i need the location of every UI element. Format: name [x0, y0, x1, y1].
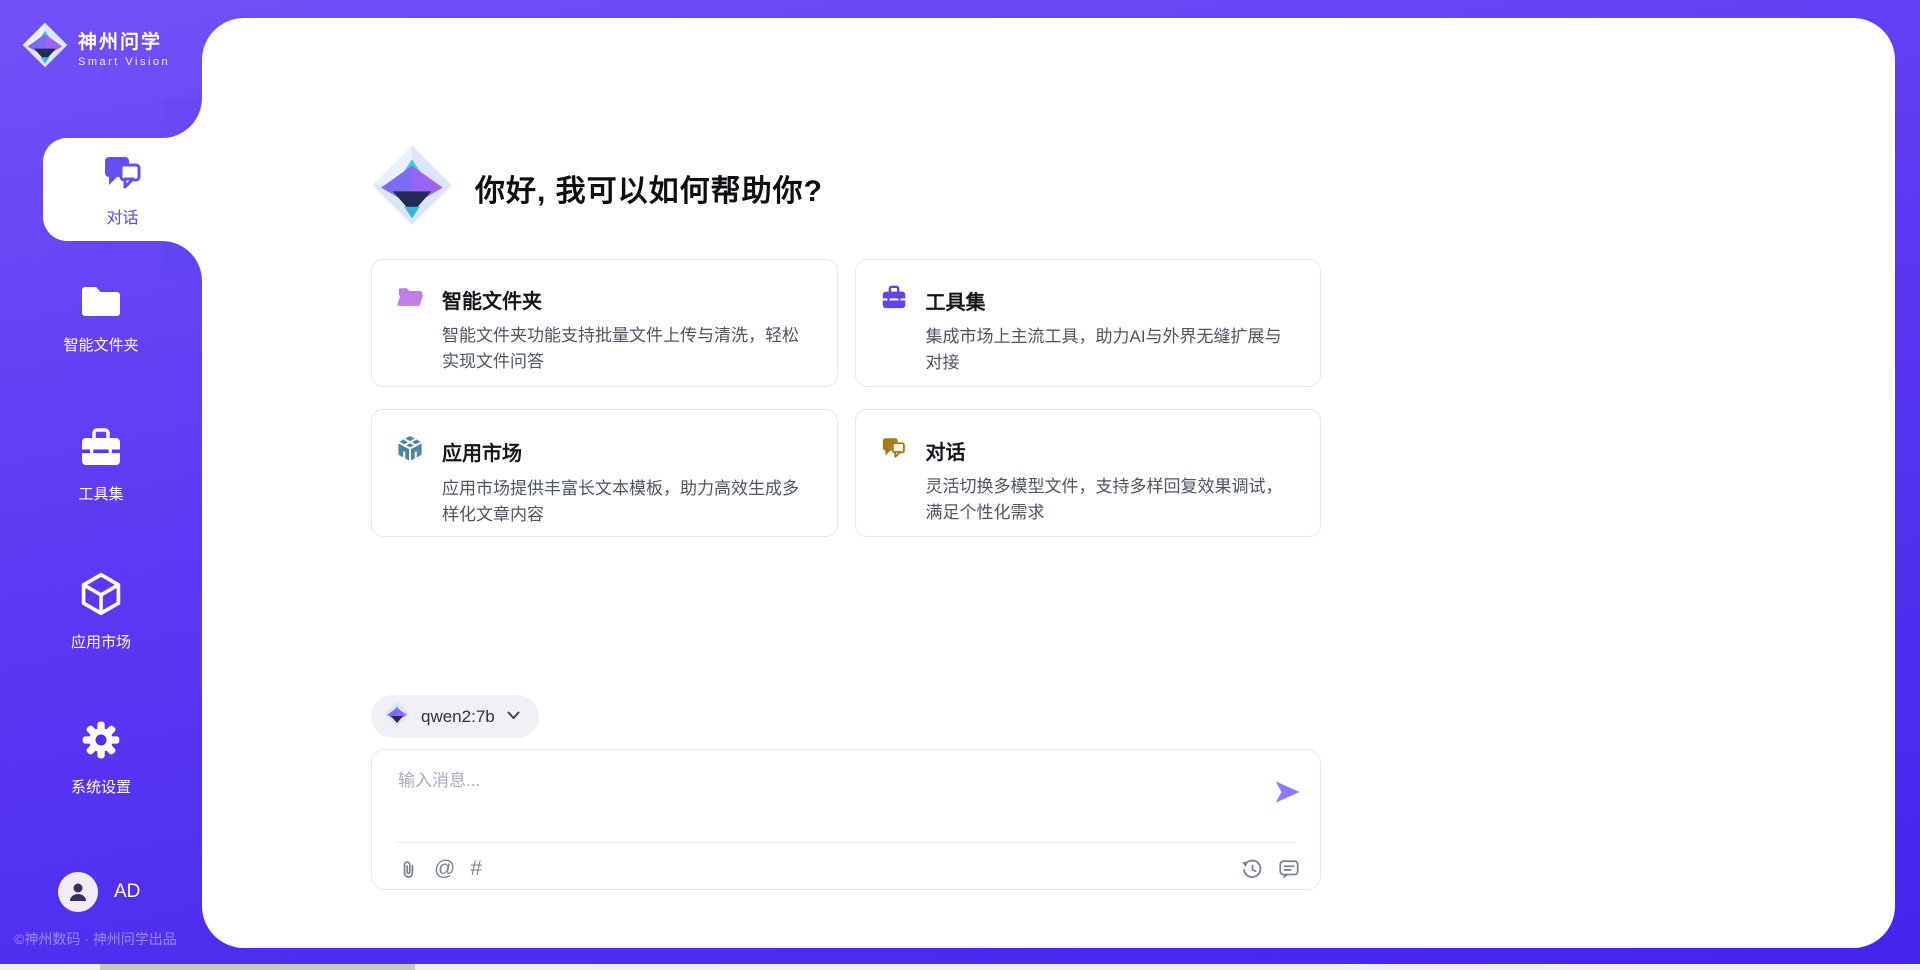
sidebar-item-label: 应用市场: [71, 631, 131, 652]
new-chat-button[interactable]: [1278, 858, 1300, 880]
brand-subtitle: Smart Vision: [78, 56, 170, 68]
user-menu[interactable]: AD: [58, 872, 140, 912]
composer-toolbar: @ #: [398, 851, 1300, 887]
brand-logo-gem-icon: [22, 22, 68, 73]
briefcase-icon: [881, 285, 907, 315]
sidebar: 神州问学 Smart Vision 对话 智能文件夹: [0, 0, 202, 970]
cube-icon: [79, 571, 123, 622]
card-title: 对话: [926, 436, 966, 465]
brand: 神州问学 Smart Vision: [22, 22, 170, 73]
mention-button[interactable]: @: [434, 857, 455, 881]
sidebar-item-label: 工具集: [78, 483, 123, 504]
card-title: 智能文件夹: [442, 285, 542, 314]
card-description: 灵活切换多模型文件，支持多样回复效果调试，满足个性化需求: [926, 474, 1293, 525]
card-description: 集成市场上主流工具，助力AI与外界无缝扩展与对接: [926, 324, 1293, 375]
card-app-market[interactable]: 应用市场 应用市场提供丰富长文本模板，助力高效生成多样化文章内容: [371, 409, 838, 537]
copyright-text: ©神州数码 · 神州问学出品: [14, 929, 177, 949]
scrollbar-thumb[interactable]: [100, 964, 415, 970]
horizontal-scrollbar: [0, 964, 1920, 970]
sidebar-item-toolset[interactable]: 工具集: [0, 415, 202, 515]
send-icon: [1272, 777, 1302, 807]
sidebar-item-label: 对话: [106, 204, 138, 228]
briefcase-icon: [79, 427, 123, 474]
card-title: 应用市场: [442, 437, 522, 466]
chat-icon: [102, 152, 144, 197]
card-title: 工具集: [926, 286, 986, 315]
card-toolset[interactable]: 工具集 集成市场上主流工具，助力AI与外界无缝扩展与对接: [855, 259, 1322, 387]
sidebar-item-smart-folder[interactable]: 智能文件夹: [0, 268, 202, 368]
send-button[interactable]: [1270, 776, 1304, 810]
chevron-down-icon: [506, 708, 521, 726]
sidebar-item-label: 系统设置: [71, 776, 131, 797]
comment-icon: [1278, 858, 1300, 880]
model-selector[interactable]: qwen2:7b: [371, 695, 539, 738]
tab-fillet-top: [162, 98, 202, 138]
folder-open-icon: [397, 286, 423, 314]
at-icon: @: [434, 857, 455, 881]
composer-divider: [396, 842, 1296, 843]
card-smart-folder[interactable]: 智能文件夹 智能文件夹功能支持批量文件上传与清洗，轻松实现文件问答: [371, 259, 838, 387]
sidebar-item-label: 智能文件夹: [63, 334, 138, 355]
paperclip-icon: [398, 858, 419, 881]
sidebar-item-chat[interactable]: 对话: [43, 138, 202, 241]
model-gem-icon: [384, 701, 410, 732]
card-chat[interactable]: 对话 灵活切换多模型文件，支持多样回复效果调试，满足个性化需求: [855, 409, 1322, 537]
message-input[interactable]: [398, 766, 1238, 828]
sidebar-item-app-market[interactable]: 应用市场: [0, 561, 202, 661]
message-composer: @ #: [371, 749, 1321, 890]
greeting-title: 你好, 我可以如何帮助你?: [475, 166, 823, 210]
hashtag-button[interactable]: #: [470, 857, 482, 881]
avatar: [58, 872, 98, 912]
model-name: qwen2:7b: [421, 707, 495, 727]
attach-file-button[interactable]: [398, 858, 419, 881]
history-button[interactable]: [1241, 858, 1263, 880]
assistant-gem-icon: [371, 144, 453, 231]
greeting-block: 你好, 我可以如何帮助你?: [371, 144, 1321, 231]
card-description: 智能文件夹功能支持批量文件上传与清洗，轻松实现文件问答: [442, 323, 809, 374]
user-name: AD: [114, 881, 140, 903]
brand-name: 神州问学: [78, 27, 170, 54]
history-icon: [1241, 858, 1263, 880]
folder-icon: [79, 282, 123, 325]
sidebar-item-settings[interactable]: 系统设置: [0, 707, 202, 807]
hash-icon: #: [470, 857, 482, 881]
chat-icon: [881, 435, 907, 465]
feature-cards: 智能文件夹 智能文件夹功能支持批量文件上传与清洗，轻松实现文件问答 工具集 集成…: [371, 259, 1321, 537]
card-description: 应用市场提供丰富长文本模板，助力高效生成多样化文章内容: [442, 476, 809, 527]
cubes-icon: [397, 435, 423, 467]
gear-icon: [79, 718, 123, 767]
